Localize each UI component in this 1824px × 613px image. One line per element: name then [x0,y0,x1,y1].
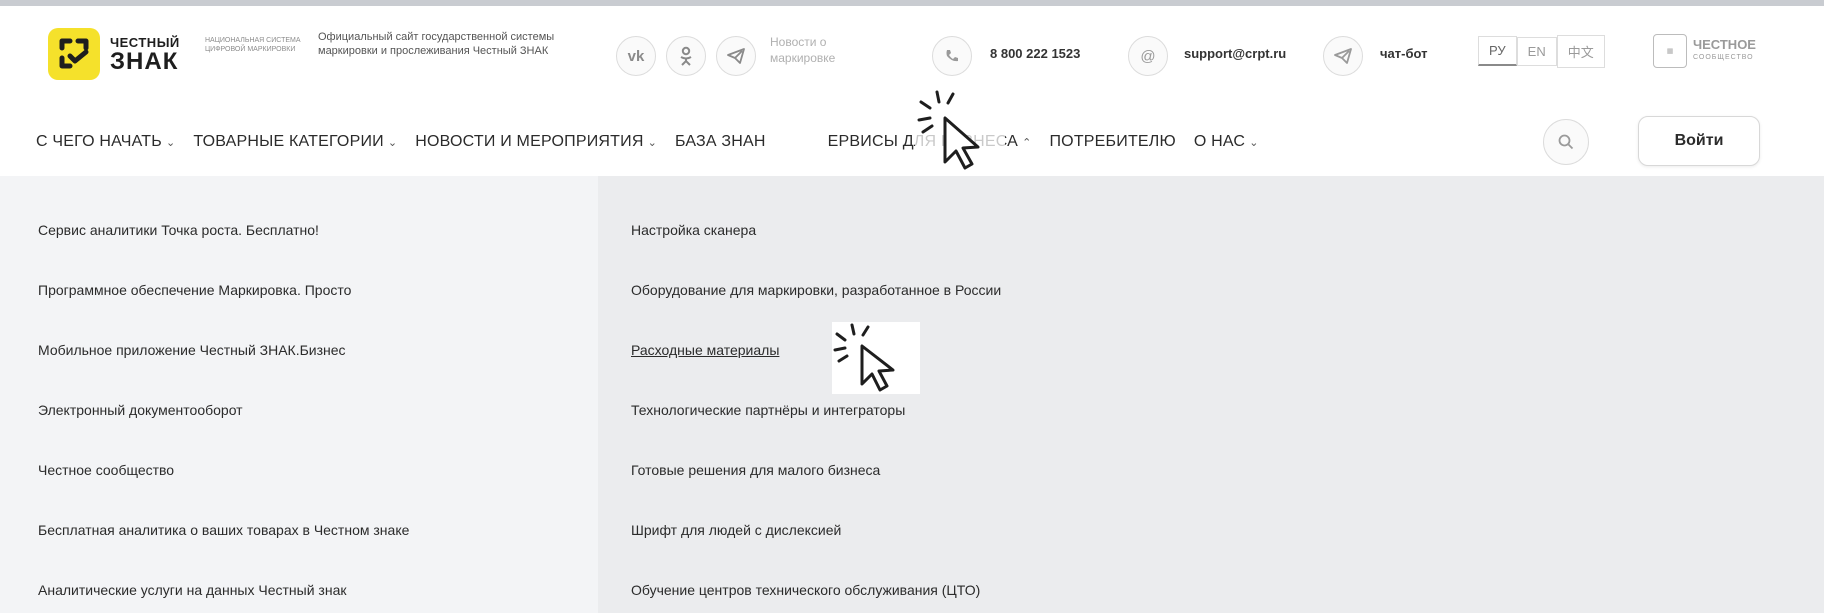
menu-link[interactable]: Технологические партнёры и интеграторы [631,402,905,418]
menu-link[interactable]: Программное обеспечение Маркировка. Прос… [38,282,351,298]
chevron-down-icon: ⌄ [1249,137,1259,149]
phone-icon[interactable] [932,36,972,76]
phone-number[interactable]: 8 800 222 1523 [990,46,1080,61]
chevron-down-icon: ⌄ [647,137,657,149]
nav-product-categories[interactable]: ТОВАРНЫЕ КАТЕГОРИИ ⌄ [193,133,397,151]
chevron-down-icon: ⌄ [165,137,176,149]
menu-link[interactable]: Аналитические услуги на данных Честный з… [38,582,346,598]
search-button[interactable] [1543,119,1589,165]
menu-link[interactable]: Настройка сканера [631,222,756,238]
menu-link[interactable]: Честное сообщество [38,462,174,478]
nav-news-events[interactable]: НОВОСТИ И МЕРОПРИЯТИЯ ⌄ [415,133,657,151]
dropdown-right-column: Настройка сканера Оборудование для марки… [598,176,1824,613]
chatbot-link[interactable]: чат-бот [1380,46,1428,61]
telegram-icon[interactable] [716,36,756,76]
nav-getting-started[interactable]: С ЧЕГО НАЧАТЬ ⌄ [36,133,175,151]
chevron-down-icon: ⌄ [387,137,398,149]
menu-link[interactable]: Электронный документооборот [38,402,243,418]
community-link[interactable]: ▦ ЧЕСТНОЕ СООБЩЕСТВО [1653,34,1756,68]
logo-subtitle: НАЦИОНАЛЬНАЯ СИСТЕМА ЦИФРОВОЙ МАРКИРОВКИ [205,37,301,53]
vk-icon[interactable]: vk [616,36,656,76]
menu-link[interactable]: Мобильное приложение Честный ЗНАК.Бизнес [38,342,346,358]
nav-about[interactable]: О НАС ⌄ [1194,133,1259,151]
nav-knowledge-base[interactable]: БАЗА ЗНАН [675,133,766,151]
menu-link[interactable]: Бесплатная аналитика о ваших товарах в Ч… [38,522,409,538]
business-services-dropdown: Сервис аналитики Точка роста. Бесплатно!… [0,176,1824,613]
chevron-up-icon: ⌃ [1022,137,1032,149]
email-link[interactable]: support@crpt.ru [1184,46,1286,61]
main-nav: С ЧЕГО НАЧАТЬ ⌄ ТОВАРНЫЕ КАТЕГОРИИ ⌄ НОВОС… [36,126,1277,158]
nav-consumer[interactable]: ПОТРЕБИТЕЛЮ [1049,133,1175,151]
menu-link[interactable]: Сервис аналитики Точка роста. Бесплатно! [38,222,319,238]
menu-link[interactable]: Оборудование для маркировки, разработанн… [631,282,1001,298]
menu-link[interactable]: Шрифт для людей с дислексией [631,522,841,538]
official-site-text: Официальный сайт государственной системы… [318,31,555,57]
cursor-pointer-icon [915,88,1005,174]
menu-link-hovered[interactable]: Расходные материалы [631,342,779,358]
language-switcher: РУ EN 中文 [1478,34,1605,68]
email-icon[interactable]: @ [1128,36,1168,76]
site-header: ЧЕСТНЫЙ ЗНАК НАЦИОНАЛЬНАЯ СИСТЕМА ЦИФРОВ… [0,6,1824,176]
news-link[interactable]: Новости о маркировке [770,34,860,66]
lang-zh[interactable]: 中文 [1556,34,1605,68]
community-line1: ЧЕСТНОЕ [1693,37,1756,52]
logo-mark [48,28,100,80]
logo[interactable]: ЧЕСТНЫЙ ЗНАК [48,28,180,80]
logo-line2: ЗНАК [110,47,179,75]
dropdown-left-column: Сервис аналитики Точка роста. Бесплатно!… [0,176,598,613]
cursor-pointer-icon [832,322,920,394]
search-icon [1558,134,1574,150]
login-button[interactable]: Войти [1638,116,1760,166]
ok-icon[interactable] [666,36,706,76]
lang-ru[interactable]: РУ [1478,36,1517,66]
chatbot-telegram-icon[interactable] [1323,36,1363,76]
community-icon: ▦ [1653,34,1687,68]
lang-en[interactable]: EN [1516,36,1557,66]
community-line2: СООБЩЕСТВО [1693,54,1754,61]
menu-link[interactable]: Обучение центров технического обслуживан… [631,582,980,598]
menu-link[interactable]: Готовые решения для малого бизнеса [631,462,880,478]
